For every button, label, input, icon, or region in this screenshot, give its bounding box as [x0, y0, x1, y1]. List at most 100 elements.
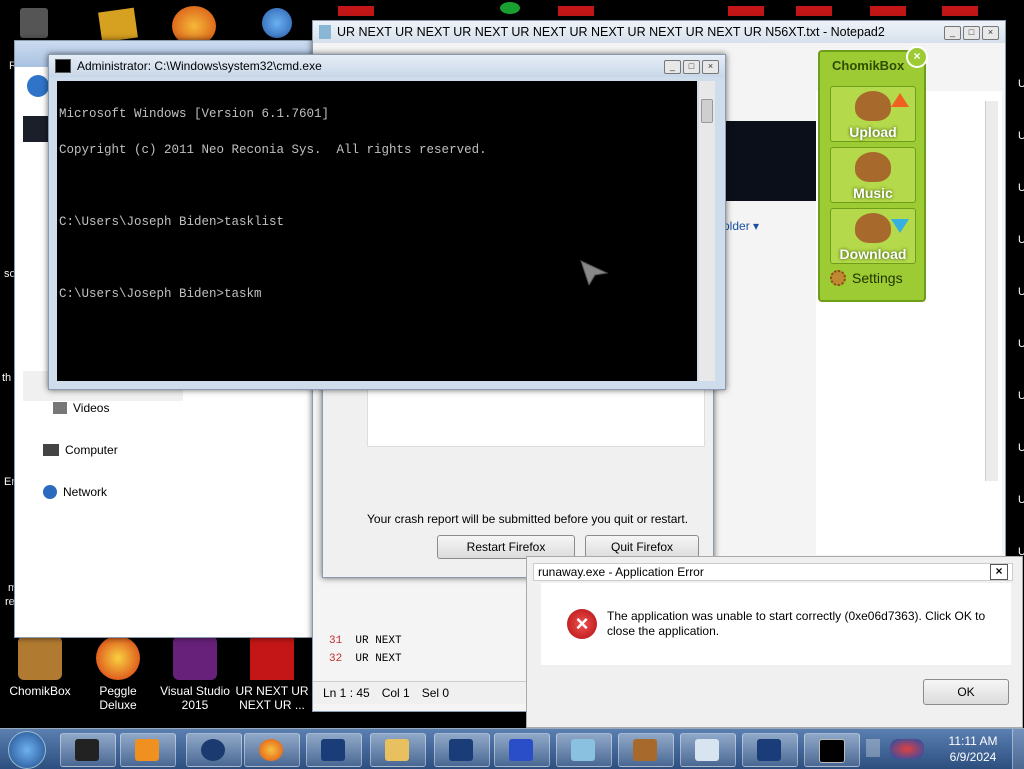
folder-menu[interactable]: older ▾ [723, 219, 759, 233]
ok-button[interactable]: OK [923, 679, 1009, 705]
download-label: Download [839, 246, 907, 262]
hamster-icon [855, 213, 891, 243]
hamster-icon [18, 636, 62, 680]
taskbar: 11:11 AM 6/9/2024 [0, 728, 1024, 769]
edge-text: th [2, 372, 12, 384]
editor-line: 32 UR NEXT [329, 653, 402, 665]
clock[interactable]: 11:11 AM 6/9/2024 [940, 733, 1006, 765]
taskbar-button[interactable] [186, 733, 242, 767]
gear-icon [830, 270, 846, 286]
desktop-icon-chomikbox[interactable]: ChomikBox [2, 636, 78, 698]
taskbar-button[interactable] [434, 733, 490, 767]
scroll-thumb[interactable] [701, 99, 713, 123]
console-line: C:\Users\Joseph Biden>tasklist [59, 215, 285, 229]
console-line: Microsoft Windows [Version 6.1.7601] [59, 107, 330, 121]
desktop-icon-label: ChomikBox [9, 684, 71, 698]
start-button[interactable] [8, 731, 46, 769]
desktop-icon-peggle[interactable]: Peggle Deluxe [80, 636, 156, 712]
cmd-icon [819, 739, 845, 763]
minimize-button[interactable]: _ [944, 26, 961, 40]
program-icon [75, 739, 99, 761]
line-text: UR NEXT [355, 635, 402, 647]
taskbar-button[interactable] [244, 733, 300, 767]
tray-icon[interactable] [890, 739, 924, 759]
cmd-console[interactable]: Microsoft Windows [Version 6.1.7601] Cop… [57, 81, 697, 381]
download-button[interactable]: Download [830, 208, 916, 264]
application-error-dialog: runaway.exe - Application Error × × The … [526, 556, 1023, 728]
media-icon [135, 739, 159, 761]
close-button[interactable]: × [982, 26, 999, 40]
cmd-scrollbar[interactable] [699, 81, 715, 381]
desktop-icon-label: UR NEXT UR NEXT UR ... [235, 684, 309, 712]
error-message: The application was unable to start corr… [607, 609, 986, 638]
notepad-icon [571, 739, 595, 761]
nav-item-computer[interactable]: Computer [43, 443, 118, 457]
cmd-icon [55, 59, 71, 73]
maximize-button[interactable]: □ [683, 60, 700, 74]
crash-comment-box[interactable] [367, 383, 705, 447]
line-text: UR NEXT [355, 653, 402, 665]
desktop-icon-ur-next[interactable]: UR NEXT UR NEXT UR ... [234, 636, 310, 712]
close-button[interactable]: × [990, 564, 1008, 580]
settings-label: Settings [852, 270, 903, 286]
peggle-icon [96, 636, 140, 680]
taskbar-button[interactable] [494, 733, 550, 767]
desktop-icon-label: Peggle Deluxe [99, 684, 137, 712]
error-titlebar[interactable]: runaway.exe - Application Error × [533, 563, 1013, 581]
desktop-icon-top-2[interactable] [98, 7, 138, 43]
firefox-crash-window: Your crash report will be submitted befo… [322, 370, 714, 578]
tray-expand-icon[interactable] [866, 739, 880, 757]
show-desktop-button[interactable] [1012, 729, 1024, 769]
globe-icon [201, 739, 225, 761]
settings-button[interactable]: Settings [830, 270, 903, 286]
upload-arrow-icon [891, 93, 909, 107]
desktop-icon-top-1[interactable] [20, 8, 48, 38]
nav-item-videos[interactable]: Videos [53, 401, 109, 415]
visual-studio-icon [173, 636, 217, 680]
taskbar-button[interactable] [742, 733, 798, 767]
desktop-icon-top-4[interactable] [262, 8, 292, 38]
music-button[interactable]: Music [830, 147, 916, 203]
taskbar-button[interactable] [618, 733, 674, 767]
network-icon [43, 485, 57, 499]
notepad-titlebar[interactable]: UR NEXT UR NEXT UR NEXT UR NEXT UR NEXT … [313, 21, 1005, 43]
error-title: runaway.exe - Application Error [538, 565, 704, 579]
upload-button[interactable]: Upload [830, 86, 916, 142]
notepad-scrollbar[interactable] [985, 101, 998, 481]
taskbar-button[interactable] [680, 733, 736, 767]
notepad-bg-panel [713, 121, 819, 201]
error-icon: × [567, 609, 597, 639]
line-number: 32 [329, 653, 343, 665]
chomikbox-close-icon[interactable]: × [906, 46, 928, 68]
nav-item-network[interactable]: Network [43, 485, 107, 499]
mouse-cursor-icon [580, 260, 609, 285]
computer-icon [43, 444, 59, 456]
taskbar-button[interactable] [556, 733, 612, 767]
taskbar-button[interactable] [804, 733, 860, 767]
taskbar-button[interactable] [370, 733, 426, 767]
upload-label: Upload [849, 124, 897, 140]
videos-icon [53, 402, 67, 414]
back-arrow-icon[interactable] [27, 75, 49, 97]
right-edge-markers: UUUUUUUUUU [1018, 78, 1024, 558]
crash-message: Your crash report will be submitted befo… [367, 512, 689, 526]
cmd-window: Administrator: C:\Windows\system32\cmd.e… [48, 54, 726, 390]
desktop-icon-visual-studio[interactable]: Visual Studio 2015 [157, 636, 233, 712]
line-number: 31 [329, 635, 343, 647]
minimize-button[interactable]: _ [664, 60, 681, 74]
status-sel: Sel 0 [421, 686, 450, 700]
desktop-icon-label: Visual Studio 2015 [160, 684, 230, 712]
cmd-title: Administrator: C:\Windows\system32\cmd.e… [77, 59, 322, 73]
taskbar-button[interactable] [60, 733, 116, 767]
hamster-icon [855, 91, 891, 121]
close-button[interactable]: × [702, 60, 719, 74]
taskbar-button[interactable] [306, 733, 362, 767]
nav-item-label: Network [63, 485, 108, 499]
cmd-titlebar[interactable]: Administrator: C:\Windows\system32\cmd.e… [49, 55, 725, 77]
status-ln: Ln 1 : 45 [323, 686, 370, 700]
window-icon [321, 739, 345, 761]
nav-item-label: Videos [73, 401, 110, 415]
maximize-button[interactable]: □ [963, 26, 980, 40]
taskbar-button[interactable] [120, 733, 176, 767]
